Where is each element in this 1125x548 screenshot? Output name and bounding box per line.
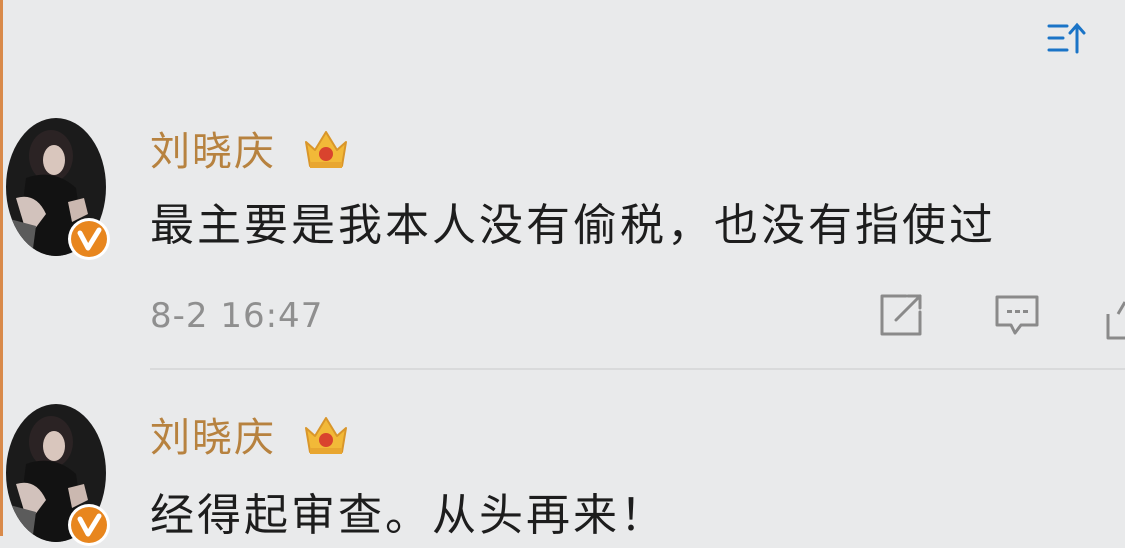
- comment-item: 刘晓庆 经得起审查。从头再来！: [0, 0, 1125, 546]
- verified-v-icon: [68, 504, 110, 546]
- username[interactable]: 刘晓庆: [150, 414, 276, 462]
- avatar[interactable]: [6, 404, 110, 546]
- crown-badge-icon[interactable]: [301, 410, 351, 460]
